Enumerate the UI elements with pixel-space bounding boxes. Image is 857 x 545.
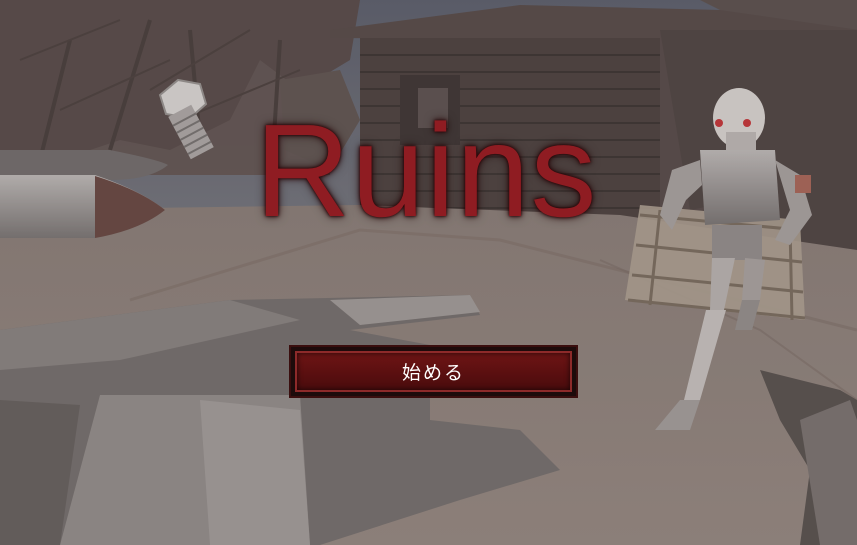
start-button-frame[interactable]: 始める <box>295 351 572 392</box>
fog-overlay <box>0 0 857 545</box>
start-button-label: 始める <box>401 362 465 384</box>
game-title: Ruins <box>255 97 598 244</box>
game-scene <box>0 0 857 545</box>
start-button[interactable]: 始める <box>289 345 578 398</box>
